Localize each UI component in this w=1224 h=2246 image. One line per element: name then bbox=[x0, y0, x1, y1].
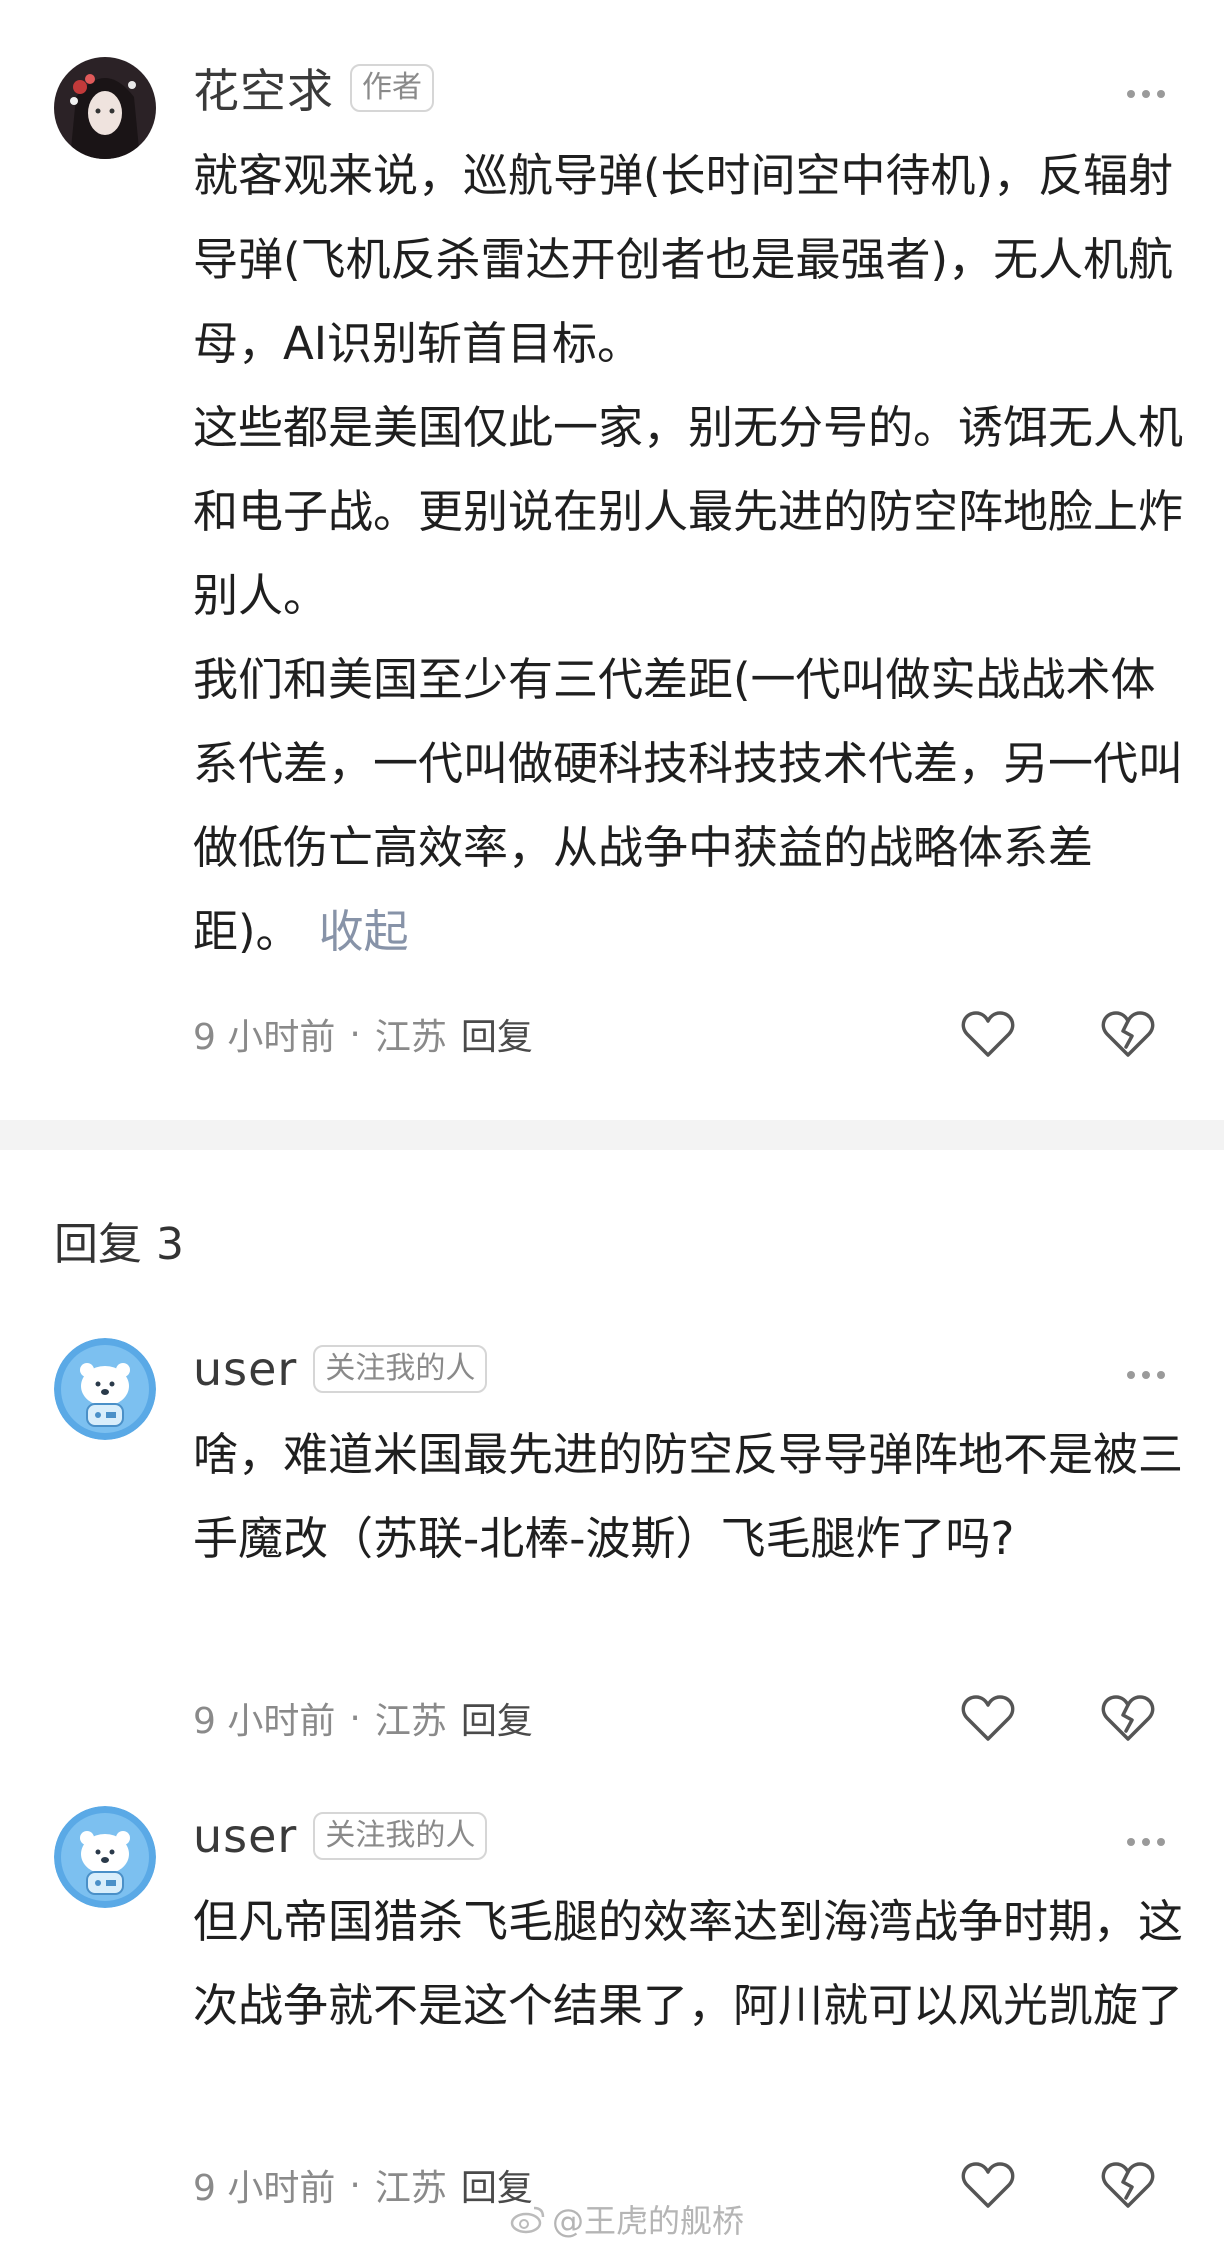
reply-time: 9 小时前 bbox=[193, 2168, 336, 2209]
reply-location: 江苏 bbox=[374, 2168, 447, 2209]
watermark: @王虎的舰桥 bbox=[510, 2196, 744, 2242]
weibo-logo-icon bbox=[510, 2204, 546, 2234]
comment-location: 江苏 bbox=[374, 1017, 447, 1058]
comment-paragraph: 我们和美国至少有三代差距(一代叫做实战战术体系代差，一代叫做硬科技科技技术代差，… bbox=[193, 638, 1183, 974]
user-name[interactable]: user bbox=[193, 1809, 297, 1863]
more-dots-icon[interactable] bbox=[1126, 1812, 1166, 1858]
collapse-link[interactable]: 收起 bbox=[319, 905, 409, 958]
user-avatar[interactable] bbox=[54, 1338, 156, 1440]
author-avatar[interactable] bbox=[54, 57, 156, 159]
comment-meta: 9 小时前 · 江苏 回复 bbox=[193, 1004, 533, 1064]
reply-body: 但凡帝国猎杀飞毛腿的效率达到海湾战争时期，这次战争就不是这个结果了，阿川就可以风… bbox=[193, 1895, 1184, 2032]
watermark-text: @王虎的舰桥 bbox=[552, 2202, 745, 2240]
author-header: 花空求 作者 bbox=[193, 58, 434, 118]
author-tag: 作者 bbox=[350, 64, 434, 112]
user-avatar[interactable] bbox=[54, 1806, 156, 1908]
like-heart-icon[interactable] bbox=[958, 1004, 1018, 1064]
user-tag: 关注我的人 bbox=[313, 1345, 488, 1393]
reply-meta: 9 小时前 · 江苏 回复 bbox=[193, 1688, 533, 1748]
comment-paragraph: 这些都是美国仅此一家，别无分号的。诱饵无人机和电子战。更别说在别人最先进的防空阵… bbox=[193, 401, 1184, 622]
meta-separator: · bbox=[349, 1013, 361, 1055]
meta-separator: · bbox=[349, 2164, 361, 2206]
comment-paragraph: 就客观来说，巡航导弹(长时间空中待机)，反辐射导弹(飞机反杀雷达开创者也是最强者… bbox=[193, 149, 1174, 370]
user-header: user 关注我的人 bbox=[193, 1339, 488, 1399]
author-name[interactable]: 花空求 bbox=[193, 55, 334, 121]
reply-meta: 9 小时前 · 江苏 回复 bbox=[193, 2155, 533, 2215]
dislike-broken-heart-icon[interactable] bbox=[1098, 1688, 1158, 1748]
reply-body: 啥，难道米国最先进的防空反导导弹阵地不是被三手魔改（苏联-北棒-波斯）飞毛腿炸了… bbox=[193, 1428, 1184, 1565]
like-heart-icon[interactable] bbox=[958, 1688, 1018, 1748]
dislike-broken-heart-icon[interactable] bbox=[1098, 2155, 1158, 2215]
replies-section-title: 回复 3 bbox=[54, 1219, 184, 1270]
dislike-broken-heart-icon[interactable] bbox=[1098, 1004, 1158, 1064]
reply-button[interactable]: 回复 bbox=[461, 1008, 533, 1060]
like-heart-icon[interactable] bbox=[958, 2155, 1018, 2215]
more-dots-icon[interactable] bbox=[1126, 64, 1166, 110]
section-divider bbox=[0, 1120, 1224, 1150]
meta-separator: · bbox=[349, 1697, 361, 1739]
reply-location: 江苏 bbox=[374, 1701, 447, 1742]
user-tag: 关注我的人 bbox=[313, 1812, 488, 1860]
user-name[interactable]: user bbox=[193, 1342, 297, 1396]
reply-button[interactable]: 回复 bbox=[461, 1692, 533, 1744]
comment-body: 就客观来说，巡航导弹(长时间空中待机)，反辐射导弹(飞机反杀雷达开创者也是最强者… bbox=[193, 134, 1183, 974]
reply-time: 9 小时前 bbox=[193, 1701, 336, 1742]
user-header: user 关注我的人 bbox=[193, 1806, 488, 1866]
comment-time: 9 小时前 bbox=[193, 1017, 336, 1058]
more-dots-icon[interactable] bbox=[1126, 1345, 1166, 1391]
